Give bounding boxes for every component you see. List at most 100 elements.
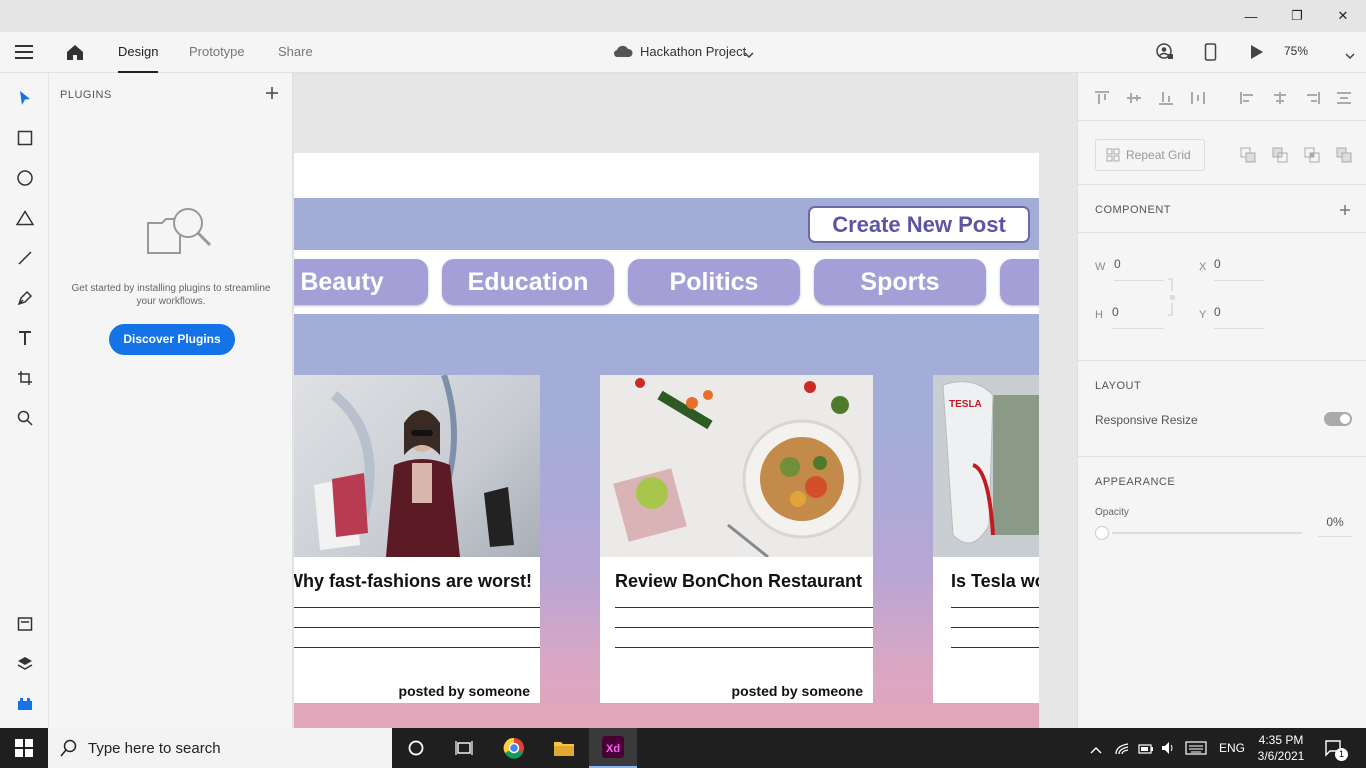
responsive-resize-toggle[interactable]	[1324, 412, 1352, 426]
text-placeholder-line	[615, 607, 873, 608]
tab-prototype[interactable]: Prototype	[189, 32, 245, 73]
width-input[interactable]: 0	[1114, 257, 1164, 281]
tab-design[interactable]: Design	[118, 32, 159, 73]
boolean-exclude-icon[interactable]	[1336, 147, 1352, 163]
battery-icon[interactable]	[1138, 742, 1154, 760]
boolean-subtract-icon[interactable]	[1272, 147, 1288, 163]
align-right-icon[interactable]	[1304, 91, 1320, 105]
height-input[interactable]: 0	[1112, 305, 1164, 329]
chevron-down-icon[interactable]	[744, 46, 754, 64]
add-component-icon[interactable]	[1339, 203, 1351, 221]
task-view-icon[interactable]	[440, 728, 488, 768]
create-new-post-button[interactable]: Create New Post	[808, 206, 1030, 243]
post-title: Why fast-fashions are worst!	[294, 571, 533, 591]
category-chip-politics[interactable]: Politics	[628, 259, 800, 305]
input-language[interactable]: ENG	[1219, 741, 1245, 755]
polygon-tool-icon[interactable]	[12, 205, 38, 231]
post-title: Review BonChon Restaurant	[615, 571, 863, 591]
cortana-icon[interactable]	[392, 728, 440, 768]
plugin-empty-icon	[144, 201, 214, 262]
align-top-icon[interactable]	[1094, 91, 1110, 105]
repeat-grid-section: Repeat Grid	[1078, 120, 1366, 184]
clock[interactable]: 4:35 PM 3/6/2021	[1255, 732, 1307, 764]
artboard[interactable]: Create New Post Beauty Education Politic…	[294, 153, 1039, 728]
align-toolbar	[1094, 91, 1206, 105]
align-left-icon[interactable]	[1240, 91, 1256, 105]
select-tool-icon[interactable]	[12, 85, 38, 111]
food-image	[600, 375, 873, 559]
x-label: X	[1199, 261, 1207, 273]
post-card[interactable]: Why fast-fashions are worst! posted by s…	[294, 375, 540, 703]
rectangle-tool-icon[interactable]	[12, 125, 38, 151]
zoom-level[interactable]: 75%	[1284, 44, 1308, 58]
network-icon[interactable]	[1114, 740, 1130, 761]
boolean-add-icon[interactable]	[1240, 147, 1256, 163]
repeat-grid-icon	[1106, 148, 1120, 162]
distribute-horizontal-icon[interactable]	[1190, 91, 1206, 105]
layers-icon[interactable]	[12, 651, 38, 677]
volume-icon[interactable]	[1160, 740, 1176, 761]
y-label: Y	[1199, 309, 1207, 321]
home-icon[interactable]	[66, 43, 84, 66]
align-center-icon[interactable]	[1272, 91, 1288, 105]
text-placeholder-line	[951, 627, 1039, 628]
minimize-button[interactable]: —	[1228, 0, 1274, 32]
repeat-grid-button[interactable]: Repeat Grid	[1095, 139, 1205, 171]
play-icon[interactable]	[1250, 44, 1264, 65]
post-card[interactable]: TESLA Is Tesla wo	[933, 375, 1039, 703]
zoom-tool-icon[interactable]	[12, 405, 38, 431]
line-tool-icon[interactable]	[12, 245, 38, 271]
artboard-tool-icon[interactable]	[12, 365, 38, 391]
canvas[interactable]: Create New Post Beauty Education Politic…	[293, 73, 1077, 728]
pen-tool-icon[interactable]	[12, 285, 38, 311]
text-placeholder-line	[951, 647, 1039, 648]
add-plugin-icon[interactable]	[265, 86, 279, 105]
opacity-slider-track[interactable]	[1112, 532, 1302, 534]
x-input[interactable]: 0	[1214, 257, 1264, 281]
align-bottom-icon[interactable]	[1158, 91, 1174, 105]
taskbar-search-placeholder: Type here to search	[88, 739, 221, 757]
opacity-slider-handle[interactable]	[1095, 526, 1109, 540]
property-inspector: Repeat Grid COMPONENT W 0 X 0 H 0 Y 0 LA…	[1077, 73, 1366, 728]
plugins-icon[interactable]	[12, 691, 38, 717]
category-chip-sports[interactable]: Sports	[814, 259, 986, 305]
text-placeholder-line	[294, 627, 540, 628]
windows-start-icon[interactable]	[0, 728, 48, 768]
document-title[interactable]: Hackathon Project	[640, 44, 746, 59]
boolean-ops	[1240, 147, 1352, 163]
transform-section: W 0 X 0 H 0 Y 0	[1078, 232, 1366, 360]
restore-button[interactable]: ❐	[1274, 0, 1320, 32]
distribute-vertical-icon[interactable]	[1336, 91, 1352, 105]
category-bar: Beauty Education Politics Sports	[294, 250, 1039, 314]
boolean-intersect-icon[interactable]	[1304, 147, 1320, 163]
category-chip-education[interactable]: Education	[442, 259, 614, 305]
taskbar-search-box[interactable]: Type here to search	[48, 728, 392, 768]
adobe-xd-icon[interactable]: Xd	[589, 728, 637, 768]
tray-chevron-up-icon[interactable]	[1090, 741, 1102, 759]
category-chip-beauty[interactable]: Beauty	[294, 259, 428, 305]
file-explorer-icon[interactable]	[540, 728, 588, 768]
plugins-empty-text: Get started by installing plugins to str…	[71, 283, 271, 307]
keyboard-icon[interactable]	[1185, 741, 1207, 760]
opacity-input[interactable]: 0%	[1318, 515, 1352, 537]
tab-share[interactable]: Share	[278, 32, 313, 73]
hero-background: Create New Post Beauty Education Politic…	[294, 198, 1039, 728]
mobile-preview-icon[interactable]	[1204, 43, 1218, 66]
assets-icon[interactable]	[12, 611, 38, 637]
tool-bar	[0, 73, 49, 728]
zoom-chevron-icon[interactable]	[1345, 47, 1355, 65]
hamburger-menu-icon[interactable]	[15, 44, 35, 65]
discover-plugins-button[interactable]: Discover Plugins	[109, 324, 235, 355]
close-button[interactable]: ✕	[1320, 0, 1366, 32]
chrome-icon[interactable]	[490, 728, 538, 768]
lock-aspect-icon[interactable]	[1166, 277, 1178, 322]
text-placeholder-line	[615, 627, 873, 628]
user-icon[interactable]	[1156, 43, 1174, 66]
ellipse-tool-icon[interactable]	[12, 165, 38, 191]
y-input[interactable]: 0	[1214, 305, 1264, 329]
post-card[interactable]: Review BonChon Restaurant posted by some…	[600, 375, 873, 703]
align-middle-icon[interactable]	[1126, 91, 1142, 105]
align-toolbar-2	[1240, 91, 1352, 105]
category-chip-more[interactable]	[1000, 259, 1039, 305]
text-tool-icon[interactable]	[12, 325, 38, 351]
